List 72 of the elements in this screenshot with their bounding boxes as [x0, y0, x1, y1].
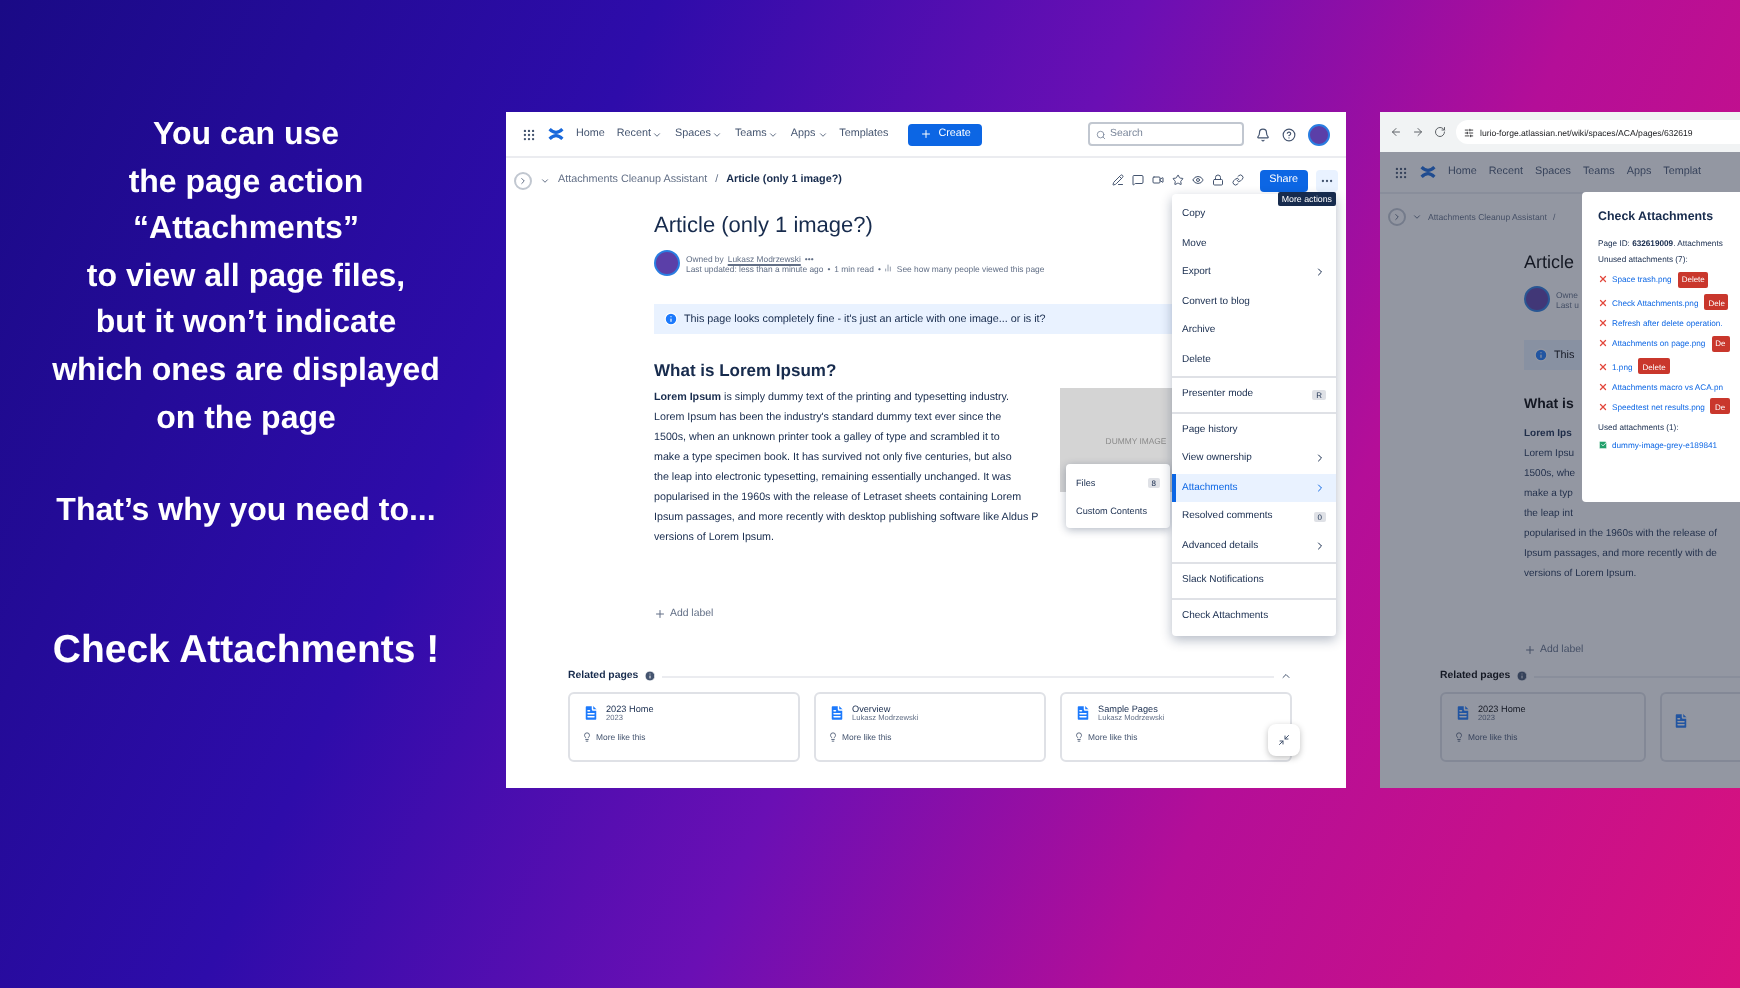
info-icon [1534, 348, 1548, 362]
back-icon[interactable] [1390, 126, 1402, 138]
sidebar-toggle[interactable] [514, 171, 532, 189]
chevron-down-icon [817, 129, 828, 139]
chevron-down-icon[interactable] [540, 175, 550, 185]
section-heading: What is Lorem Ipsum? [654, 358, 837, 382]
info-icon[interactable] [644, 670, 657, 682]
video-icon[interactable] [1151, 174, 1164, 186]
page-title: Article [1524, 250, 1575, 276]
comment-icon[interactable] [1131, 174, 1144, 186]
logo-icon[interactable] [548, 126, 564, 142]
info-icon[interactable] [1516, 670, 1529, 682]
chevron-down-icon [652, 129, 663, 139]
chevron-right-icon [1392, 211, 1402, 221]
lock-icon[interactable] [1211, 174, 1224, 186]
chevron-down-icon [712, 129, 723, 139]
search-icon [1096, 129, 1106, 139]
page-icon [1672, 712, 1690, 730]
lightbulb-icon [1454, 732, 1464, 742]
page-icon [1454, 704, 1472, 722]
link-icon[interactable] [1231, 174, 1244, 186]
promo-text: which ones are displayed [52, 351, 440, 392]
more-button[interactable] [1316, 169, 1338, 191]
lightbulb-icon [828, 732, 838, 742]
sidebar-toggle[interactable] [1388, 207, 1406, 225]
bell-icon[interactable] [1256, 127, 1270, 141]
cross-icon [1598, 401, 1608, 412]
collapse-icon [1278, 734, 1290, 746]
edit-icon[interactable] [1111, 174, 1124, 186]
cross-icon [1598, 297, 1608, 308]
promo-text: to view all page files, [86, 257, 406, 298]
page-icon [1074, 704, 1092, 722]
chevron-right-icon [518, 175, 528, 185]
cross-icon [1598, 381, 1608, 392]
lightbulb-icon [1074, 732, 1084, 742]
chevron-right-icon [1314, 452, 1326, 465]
cross-icon [1598, 274, 1608, 285]
promo-text: “Attachments” [133, 210, 359, 251]
chevron-right-icon [1314, 539, 1326, 552]
plus-icon [1524, 644, 1536, 656]
avatar [654, 250, 680, 276]
chevron-right-icon [1314, 481, 1326, 494]
forward-icon[interactable] [1412, 126, 1424, 138]
eye-icon[interactable] [1191, 174, 1204, 186]
apps-grid-icon[interactable] [1394, 165, 1408, 179]
chevron-down-icon [768, 129, 779, 139]
chevron-right-icon [1314, 266, 1326, 279]
page-title: Article (only 1 image?) [654, 212, 873, 240]
reload-icon[interactable] [1434, 126, 1446, 138]
cross-icon [1598, 361, 1608, 372]
sliders-icon [1464, 127, 1474, 137]
page-icon [828, 704, 846, 722]
plus-icon [920, 128, 933, 140]
help-icon[interactable] [1282, 127, 1296, 141]
promo-headline: Check Attachments ! [52, 626, 440, 675]
promo-text: on the page [156, 399, 336, 440]
promo-text: but it won’t indicate [95, 304, 397, 345]
info-icon [664, 312, 678, 326]
promo-text: That’s why you need to... [56, 492, 436, 533]
page-icon [582, 704, 600, 722]
lightbulb-icon [582, 732, 592, 742]
star-icon[interactable] [1171, 174, 1184, 186]
apps-grid-icon[interactable] [522, 127, 536, 141]
logo-icon[interactable] [1420, 164, 1436, 180]
cross-icon [1598, 338, 1608, 349]
promo-text: the page action [128, 163, 364, 204]
check-icon [1598, 439, 1608, 450]
cross-icon [1598, 317, 1608, 328]
avatar [1524, 286, 1550, 312]
promo-text: You can use [152, 116, 340, 156]
plus-icon [654, 608, 666, 620]
avatar[interactable] [1308, 123, 1330, 145]
